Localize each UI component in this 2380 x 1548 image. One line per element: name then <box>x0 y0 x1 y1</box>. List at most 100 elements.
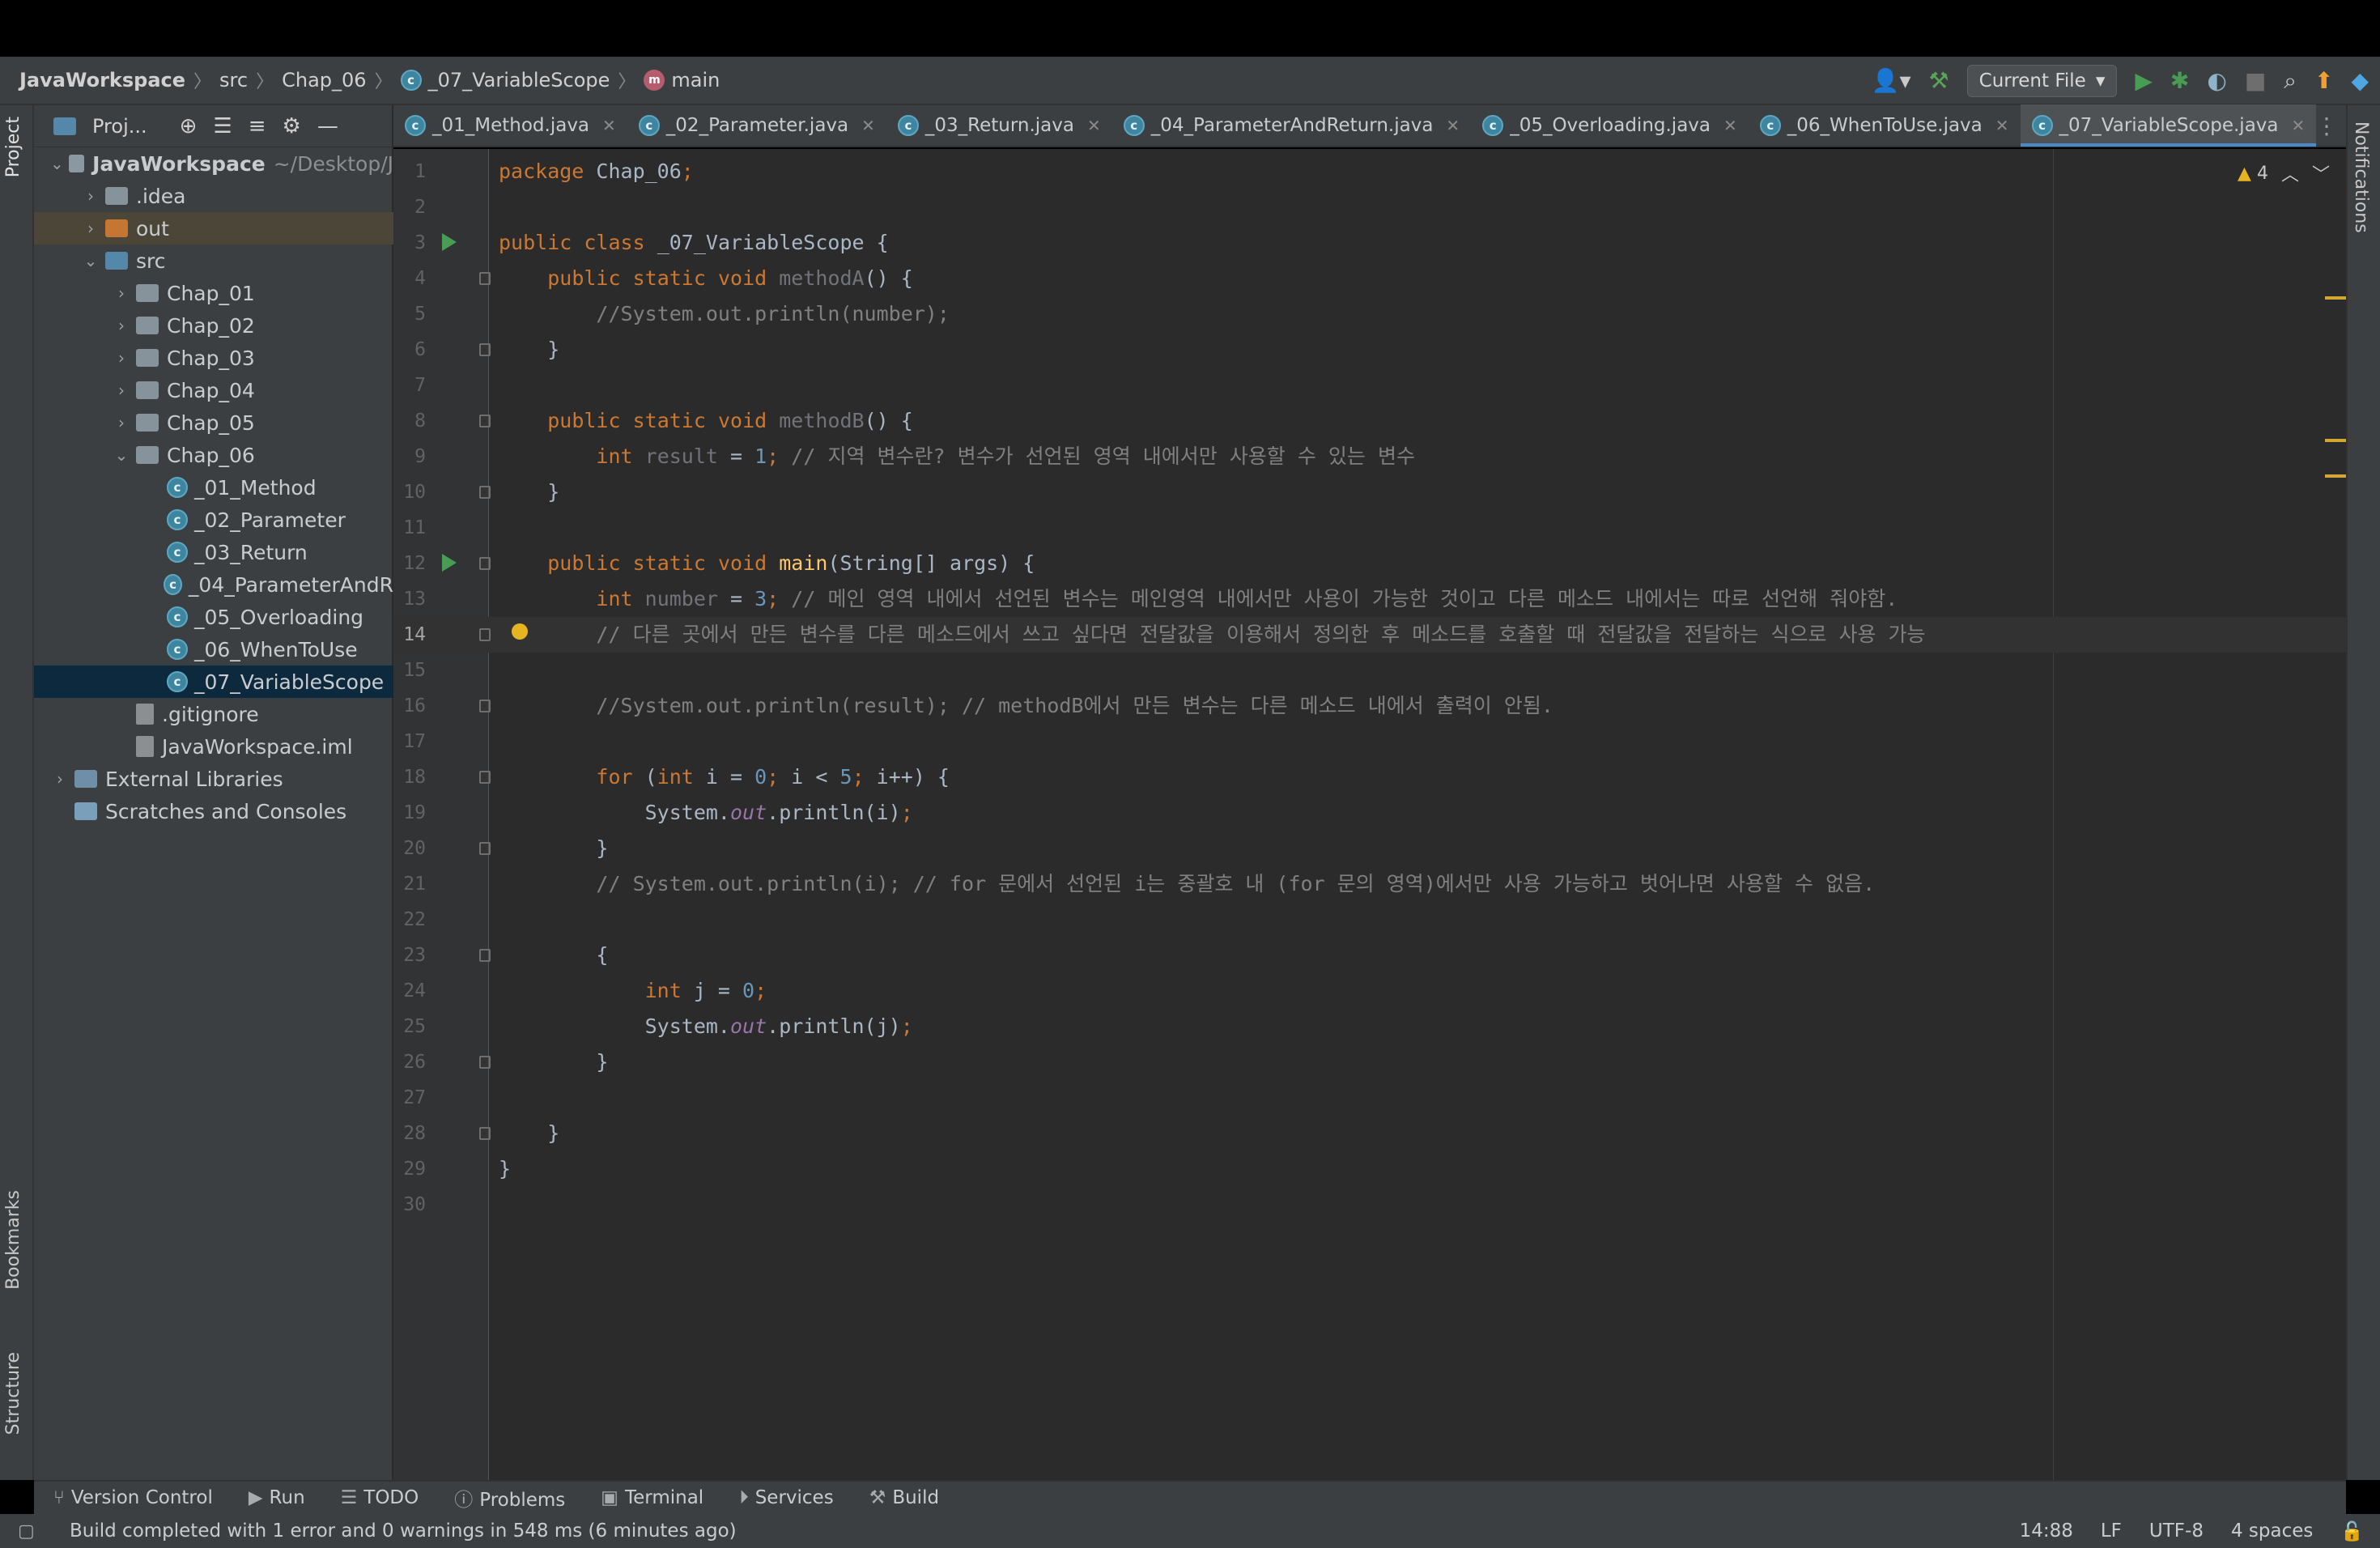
line-number[interactable]: 10 <box>393 474 426 510</box>
line-number[interactable]: 9 <box>393 439 426 474</box>
line-number[interactable]: 8 <box>393 403 426 439</box>
close-icon[interactable]: ✕ <box>1087 116 1101 135</box>
line-number[interactable]: 28 <box>393 1116 426 1151</box>
line-number[interactable]: 27 <box>393 1080 426 1116</box>
breadcrumb-src[interactable]: src <box>219 69 248 91</box>
fold-icon[interactable] <box>479 272 491 285</box>
breadcrumb-project[interactable]: JavaWorkspace <box>19 69 185 91</box>
line-number[interactable]: 24 <box>393 973 426 1009</box>
line-number[interactable]: 26 <box>393 1044 426 1080</box>
breadcrumb-class[interactable]: _07_VariableScope <box>428 69 610 91</box>
code-editor[interactable]: ▲ 4 ︿ ﹀ 1 package Chap_06; 2 3 public class … <box>393 149 2346 1480</box>
code-line[interactable]: 29} <box>393 1151 2346 1187</box>
line-number[interactable]: 19 <box>393 795 426 831</box>
tool-tab-structure[interactable]: Structure <box>3 1352 23 1435</box>
code-line[interactable]: 5 //System.out.println(number); <box>393 296 2346 332</box>
tool-tab-project[interactable]: Project <box>3 117 23 177</box>
line-number[interactable]: 18 <box>393 759 426 795</box>
line-number[interactable]: 5 <box>393 296 426 332</box>
code-line[interactable]: 28 } <box>393 1116 2346 1151</box>
code-line[interactable]: 17 <box>393 724 2346 759</box>
update-icon[interactable]: ⬆ <box>2314 70 2333 92</box>
tree-item[interactable]: .gitignore <box>34 698 393 730</box>
code-line[interactable]: 1 package Chap_06; <box>393 154 2346 189</box>
run-gutter-icon[interactable] <box>442 233 457 251</box>
line-number[interactable]: 2 <box>393 189 426 225</box>
tool-window-button[interactable]: ☰ TODO <box>341 1487 419 1508</box>
tool-window-button[interactable]: ▶ Run <box>249 1487 305 1508</box>
chevron-down-icon[interactable]: ⌄ <box>50 154 64 173</box>
line-number[interactable]: 3 <box>393 225 426 261</box>
line-separator[interactable]: LF <box>2101 1520 2122 1542</box>
fold-icon[interactable] <box>479 557 491 570</box>
line-number[interactable]: 14 <box>393 617 426 653</box>
tool-window-button[interactable]: ⑂ Version Control <box>53 1487 213 1508</box>
code-line[interactable]: 9 int result = 1; // 지역 변수란? 변수가 선언된 영역 … <box>393 439 2346 474</box>
tree-item[interactable]: c _02_Parameter <box>34 504 393 536</box>
tree-item[interactable]: c _04_ParameterAndR <box>34 568 393 601</box>
chevron-right-icon[interactable]: › <box>81 219 100 238</box>
tree-item[interactable]: c _06_WhenToUse <box>34 633 393 666</box>
line-number[interactable]: 20 <box>393 831 426 866</box>
build-hammer-icon[interactable]: ⚒ <box>1929 70 1949 92</box>
code-line[interactable]: 13 int number = 3; // 메인 영역 내에서 선언된 변수는 … <box>393 581 2346 617</box>
tree-item[interactable]: ⌄ JavaWorkspace ~/Desktop/J <box>34 147 393 180</box>
chevron-right-icon[interactable]: › <box>112 413 131 432</box>
lock-icon[interactable]: 🔓 <box>2340 1520 2364 1542</box>
tool-tab-bookmarks[interactable]: Bookmarks <box>3 1190 23 1290</box>
breadcrumb-method[interactable]: main <box>671 69 720 91</box>
locate-icon[interactable]: ⊕ <box>180 116 198 137</box>
editor-tab[interactable]: c _03_Return.java ✕ <box>886 104 1112 147</box>
more-options-icon[interactable]: ⋮ <box>2315 113 2338 139</box>
code-line[interactable]: 14 // 다른 곳에서 만든 변수를 다른 메소드에서 쓰고 싶다면 전달값을… <box>393 617 2346 653</box>
fold-icon[interactable] <box>479 842 491 855</box>
code-line[interactable]: 24 int j = 0; <box>393 973 2346 1009</box>
tree-item[interactable]: › Chap_01 <box>34 277 393 309</box>
line-number[interactable]: 30 <box>393 1187 426 1223</box>
tree-item[interactable]: › .idea <box>34 180 393 212</box>
line-number[interactable]: 12 <box>393 546 426 581</box>
line-number[interactable]: 16 <box>393 688 426 724</box>
line-number[interactable]: 7 <box>393 368 426 403</box>
chevron-right-icon[interactable]: › <box>112 316 131 335</box>
editor-tab[interactable]: c _07_VariableScope.java ✕ <box>2020 104 2317 147</box>
status-message[interactable]: Build completed with 1 error and 0 warni… <box>70 1520 737 1542</box>
tree-item[interactable]: › out <box>34 212 393 245</box>
tree-item[interactable]: c _03_Return <box>34 536 393 568</box>
tree-item[interactable]: c _05_Overloading <box>34 601 393 633</box>
code-line[interactable]: 21 // System.out.println(i); // for 문에서 … <box>393 866 2346 902</box>
code-line[interactable]: 18 for (int i = 0; i < 5; i++) { <box>393 759 2346 795</box>
code-line[interactable]: 3 public class _07_VariableScope { <box>393 225 2346 261</box>
fold-icon[interactable] <box>479 1056 491 1069</box>
chevron-right-icon[interactable]: › <box>50 769 70 789</box>
chevron-right-icon[interactable]: › <box>112 348 131 368</box>
fold-icon[interactable] <box>479 415 491 427</box>
code-line[interactable]: 7 <box>393 368 2346 403</box>
caret-position[interactable]: 14:88 <box>2020 1520 2073 1542</box>
code-line[interactable]: 26 } <box>393 1044 2346 1080</box>
plugin-icon[interactable]: ◆ <box>2351 70 2369 92</box>
fold-icon[interactable] <box>479 700 491 712</box>
tool-window-button[interactable]: ▣ Terminal <box>601 1487 703 1508</box>
code-line[interactable]: 10 } <box>393 474 2346 510</box>
line-number[interactable]: 21 <box>393 866 426 902</box>
fold-icon[interactable] <box>479 486 491 499</box>
chevron-down-icon[interactable]: ⌄ <box>112 445 131 465</box>
editor-tab[interactable]: c _02_Parameter.java ✕ <box>627 104 886 147</box>
code-line[interactable]: 30 <box>393 1187 2346 1223</box>
code-line[interactable]: 27 <box>393 1080 2346 1116</box>
code-line[interactable]: 12 public static void main(String[] args… <box>393 546 2346 581</box>
code-line[interactable]: 22 <box>393 902 2346 938</box>
tree-item[interactable]: › Chap_05 <box>34 406 393 439</box>
line-number[interactable]: 29 <box>393 1151 426 1187</box>
tree-item[interactable]: c _01_Method <box>34 471 393 504</box>
search-icon[interactable]: ⌕ <box>2284 70 2297 92</box>
run-icon[interactable]: ▶ <box>2135 70 2153 92</box>
debug-icon[interactable]: ✱ <box>2170 70 2189 92</box>
editor-tab[interactable]: c _04_ParameterAndReturn.java ✕ <box>1112 104 1471 147</box>
chevron-right-icon[interactable]: › <box>81 186 100 206</box>
chevron-right-icon[interactable]: › <box>112 381 131 400</box>
gear-icon[interactable]: ⚙ <box>283 116 301 137</box>
close-icon[interactable]: ✕ <box>1446 116 1460 135</box>
line-number[interactable]: 25 <box>393 1009 426 1044</box>
